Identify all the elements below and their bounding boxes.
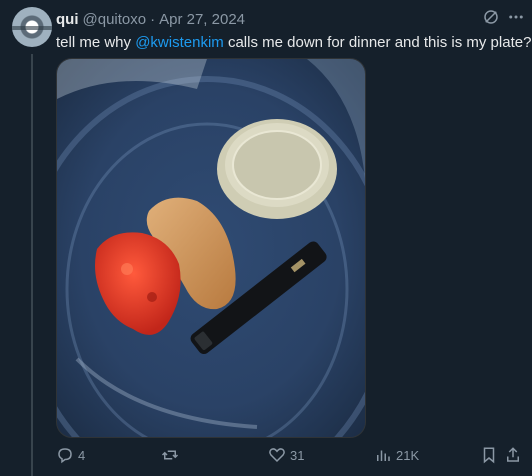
repost-icon bbox=[161, 450, 179, 460]
more-icon[interactable] bbox=[506, 8, 526, 26]
bookmark-button[interactable] bbox=[480, 443, 498, 467]
tweet[interactable]: qui @quitoxo · Apr 27, 2024 tell me why … bbox=[0, 0, 532, 476]
tweet-text-after: calls me down for dinner and this is my … bbox=[223, 34, 532, 51]
share-icon bbox=[507, 447, 519, 462]
tweet-date[interactable]: Apr 27, 2024 bbox=[159, 11, 245, 28]
mention-link[interactable]: @kwistenkim bbox=[135, 34, 224, 51]
like-count: 31 bbox=[290, 447, 305, 463]
avatar[interactable] bbox=[12, 7, 52, 47]
reply-icon bbox=[58, 448, 72, 464]
views-button[interactable]: 21K bbox=[374, 443, 419, 467]
tweet-text: tell me why @kwistenkim calls me down fo… bbox=[56, 33, 531, 53]
views-icon bbox=[377, 450, 390, 461]
bookmark-icon bbox=[483, 447, 495, 464]
repost-button[interactable] bbox=[161, 443, 183, 467]
reply-button[interactable]: 4 bbox=[56, 443, 85, 467]
thread-line bbox=[31, 54, 33, 476]
like-icon bbox=[269, 448, 285, 463]
grok-icon[interactable] bbox=[482, 8, 500, 26]
tweet-text-before: tell me why bbox=[56, 34, 136, 51]
share-button[interactable] bbox=[504, 443, 522, 467]
like-button[interactable]: 31 bbox=[268, 443, 304, 467]
tweet-header: qui @quitoxo · Apr 27, 2024 bbox=[56, 9, 532, 29]
view-count: 21K bbox=[396, 447, 420, 463]
author-name[interactable]: qui bbox=[56, 11, 79, 28]
reply-count: 4 bbox=[78, 447, 86, 463]
separator-dot: · bbox=[150, 10, 156, 28]
tweet-photo[interactable] bbox=[56, 58, 366, 438]
author-handle[interactable]: @quitoxo bbox=[83, 11, 147, 28]
photo-illustration bbox=[57, 59, 365, 437]
action-bar: 4 31 21K bbox=[56, 443, 532, 467]
